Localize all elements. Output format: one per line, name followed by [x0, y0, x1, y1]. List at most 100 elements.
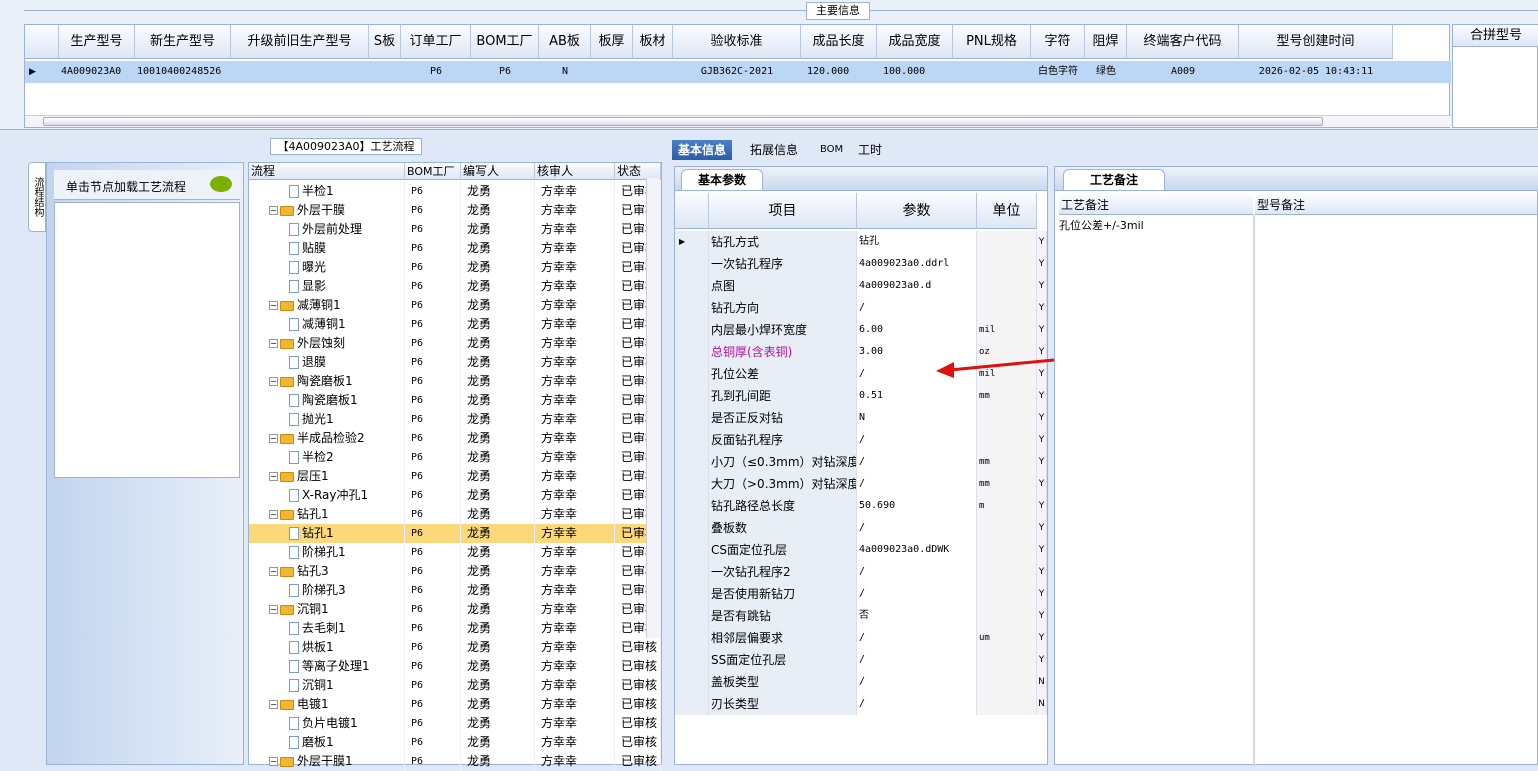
col-header[interactable]: 新生产型号: [135, 25, 231, 59]
table-cell[interactable]: [231, 61, 369, 83]
table-cell[interactable]: 绿色: [1085, 61, 1127, 83]
col-header[interactable]: 字符: [1031, 25, 1085, 59]
tree-row[interactable]: − 沉铜1 P6 龙勇 方幸幸 已审核: [249, 600, 661, 619]
tree-row[interactable]: 退膜 P6 龙勇 方幸幸 已审核: [249, 353, 661, 372]
tree-node[interactable]: 半检1: [249, 182, 405, 201]
collapse-icon[interactable]: −: [269, 301, 278, 310]
tree-node[interactable]: 外层前处理: [249, 220, 405, 239]
tree-row[interactable]: − 外层干膜1 P6 龙勇 方幸幸 已审核: [249, 752, 661, 771]
col-header[interactable]: 成品长度: [801, 25, 877, 59]
param-row[interactable]: 一次钻孔程序2/ Y: [675, 561, 1047, 583]
table-cell[interactable]: [591, 61, 633, 83]
col-header[interactable]: 阻焊: [1085, 25, 1127, 59]
tree-node[interactable]: 抛光1: [249, 410, 405, 429]
collapse-icon[interactable]: −: [269, 339, 278, 348]
tree-node[interactable]: − 外层蚀刻: [249, 334, 405, 353]
tree-node[interactable]: 沉铜1: [249, 676, 405, 695]
param-row[interactable]: 是否使用新钻刀 / Y: [675, 583, 1047, 605]
col-header[interactable]: AB板: [539, 25, 591, 59]
tree-node[interactable]: − 外层干膜1: [249, 752, 405, 771]
tree-row[interactable]: 磨板1 P6 龙勇 方幸幸 已审核: [249, 733, 661, 752]
tree-row[interactable]: 曝光 P6 龙勇 方幸幸 已审核: [249, 258, 661, 277]
tree-row[interactable]: − 减薄铜1 P6 龙勇 方幸幸 已审核: [249, 296, 661, 315]
params-grid[interactable]: 项目 参数 单位 ▶ 钻孔方式 钻孔 Y 一次钻孔程序 4a009023a0.ddrl Y 点…: [675, 193, 1047, 766]
tree-row[interactable]: 负片电镀1 P6 龙勇 方幸幸 已审核: [249, 714, 661, 733]
col-param[interactable]: 参数: [857, 193, 977, 229]
param-row[interactable]: 反面钻孔程序 / Y: [675, 429, 1047, 451]
param-value[interactable]: 4a009023a0.dDWK: [857, 539, 977, 561]
param-value[interactable]: 0.51: [857, 385, 977, 407]
tree-row[interactable]: − 陶瓷磨板1 P6 龙勇 方幸幸 已审核: [249, 372, 661, 391]
param-row[interactable]: SS面定位孔层 / Y: [675, 649, 1047, 671]
tree-node[interactable]: 退膜: [249, 353, 405, 372]
process-note-text[interactable]: 孔位公差+/-3mil: [1059, 217, 1144, 233]
tree-node[interactable]: 半检2: [249, 448, 405, 467]
tree-row[interactable]: 抛光1 P6 龙勇 方幸幸 已审核: [249, 410, 661, 429]
param-row[interactable]: 小刀（≤0.3mm）对钻深度 / mm Y: [675, 451, 1047, 473]
tree-node[interactable]: 等离子处理1: [249, 657, 405, 676]
collapse-icon[interactable]: −: [269, 472, 278, 481]
tab-work-hours[interactable]: 工时: [852, 140, 888, 160]
flow-tree-grid[interactable]: 流程 BOM工厂 编写人 核审人 状态 半检1 P6 龙勇 方幸幸 已审核 − 外层干膜 P6…: [248, 162, 662, 771]
tree-node[interactable]: 曝光: [249, 258, 405, 277]
col-item[interactable]: 项目: [709, 193, 857, 229]
collapse-icon[interactable]: −: [269, 434, 278, 443]
tree-row[interactable]: 阶梯孔3 P6 龙勇 方幸幸 已审核: [249, 581, 661, 600]
column-splitter[interactable]: [1253, 215, 1255, 766]
param-row[interactable]: 盖板类型 / N: [675, 671, 1047, 693]
tree-row[interactable]: 陶瓷磨板1 P6 龙勇 方幸幸 已审核: [249, 391, 661, 410]
col-header[interactable]: 型号创建时间: [1239, 25, 1393, 59]
tree-node[interactable]: − 沉铜1: [249, 600, 405, 619]
tree-row[interactable]: − 层压1 P6 龙勇 方幸幸 已审核: [249, 467, 661, 486]
table-cell[interactable]: [369, 61, 401, 83]
vertical-scrollbar[interactable]: [646, 178, 660, 638]
tree-node[interactable]: − 电镀1: [249, 695, 405, 714]
table-cell[interactable]: 白色字符: [1031, 61, 1085, 83]
param-row[interactable]: 一次钻孔程序 4a009023a0.ddrl Y: [675, 253, 1047, 275]
tree-node[interactable]: 减薄铜1: [249, 315, 405, 334]
param-value[interactable]: /: [857, 627, 977, 649]
col-header[interactable]: 订单工厂: [401, 25, 471, 59]
param-row[interactable]: 相邻层偏要求 / um Y: [675, 627, 1047, 649]
param-value[interactable]: /: [857, 649, 977, 671]
tree-node[interactable]: 阶梯孔3: [249, 581, 405, 600]
table-cell[interactable]: GJB362C-2021: [673, 61, 801, 83]
table-cell[interactable]: N: [539, 61, 591, 83]
table-cell[interactable]: P6: [401, 61, 471, 83]
tree-node[interactable]: X-Ray冲孔1: [249, 486, 405, 505]
tree-node[interactable]: 陶瓷磨板1: [249, 391, 405, 410]
table-cell[interactable]: [633, 61, 673, 83]
tree-node[interactable]: − 钻孔1: [249, 505, 405, 524]
table-cell[interactable]: [953, 61, 1031, 83]
table-cell[interactable]: 120.000: [801, 61, 877, 83]
col-header[interactable]: S板: [369, 25, 401, 59]
col-writer[interactable]: 编写人: [461, 163, 535, 180]
param-row[interactable]: 是否有跳钻否 Y: [675, 605, 1047, 627]
param-value[interactable]: 6.00: [857, 319, 977, 341]
col-header[interactable]: PNL规格: [953, 25, 1031, 59]
tree-node[interactable]: 钻孔1: [249, 524, 405, 543]
table-cell[interactable]: 100.000: [877, 61, 953, 83]
tree-node[interactable]: 阶梯孔1: [249, 543, 405, 562]
param-row[interactable]: 刃长类型 / N: [675, 693, 1047, 715]
param-value[interactable]: /: [857, 561, 977, 583]
param-row[interactable]: 钻孔路径总长度 50.690 m Y: [675, 495, 1047, 517]
col-bom[interactable]: BOM工厂: [405, 163, 461, 180]
tree-row[interactable]: 等离子处理1 P6 龙勇 方幸幸 已审核: [249, 657, 661, 676]
param-value[interactable]: /: [857, 297, 977, 319]
col-checker[interactable]: 核审人: [535, 163, 615, 180]
param-value[interactable]: 4a009023a0.d: [857, 275, 977, 297]
col-flow[interactable]: 流程: [249, 163, 405, 180]
table-cell[interactable]: 10010400248526: [135, 61, 231, 83]
tree-row[interactable]: 去毛刺1 P6 龙勇 方幸幸 已审核: [249, 619, 661, 638]
tab-bom[interactable]: BOM: [814, 140, 849, 160]
param-value[interactable]: /: [857, 473, 977, 495]
tree-row[interactable]: 烘板1 P6 龙勇 方幸幸 已审核: [249, 638, 661, 657]
collapse-icon[interactable]: −: [269, 567, 278, 576]
tree-row[interactable]: 半检2 P6 龙勇 方幸幸 已审核: [249, 448, 661, 467]
tree-row[interactable]: 贴膜 P6 龙勇 方幸幸 已审核: [249, 239, 661, 258]
param-value[interactable]: /: [857, 671, 977, 693]
collapse-icon[interactable]: −: [269, 206, 278, 215]
table-cell[interactable]: 2026-02-05 10:43:11: [1239, 61, 1393, 83]
col-header[interactable]: BOM工厂: [471, 25, 539, 59]
